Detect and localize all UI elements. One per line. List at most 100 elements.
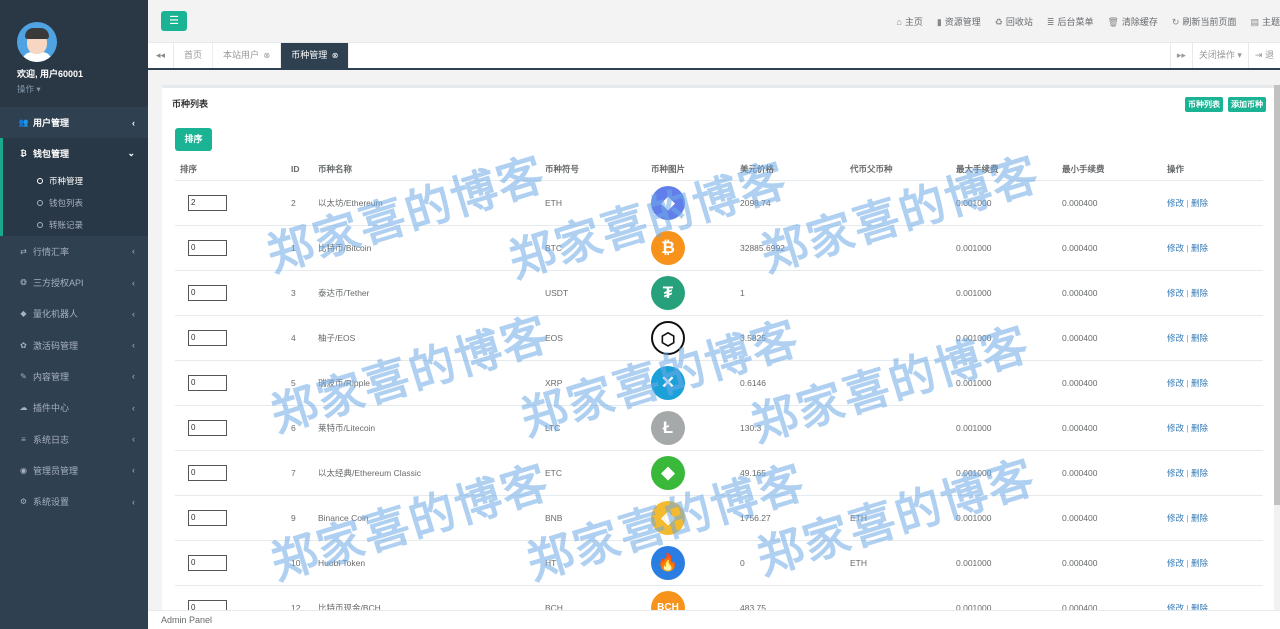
close-operations-dropdown[interactable]: 关闭操作 ▾ <box>1191 43 1248 68</box>
edit-link[interactable]: 修改 <box>1167 198 1184 208</box>
sidebar-item-5[interactable]: ✿ 激活码管理 ‹ <box>0 329 148 360</box>
menu-toggle-button[interactable]: ☰ <box>161 11 187 31</box>
tab-0[interactable]: 首页 <box>174 43 214 68</box>
max-fee-cell: 0.001000 <box>951 270 1057 316</box>
top-link-label: 主题 <box>1261 17 1280 27</box>
chevron-left-icon: ‹ <box>132 117 135 128</box>
max-fee-cell: 0.001000 <box>951 180 1057 226</box>
edit-link[interactable]: 修改 <box>1167 378 1184 388</box>
delete-link[interactable]: 删除 <box>1191 243 1208 253</box>
sort-input[interactable] <box>188 374 227 391</box>
column-header: 操作 <box>1162 158 1263 181</box>
sidebar-item-0[interactable]: 👥 用户管理 ‹ <box>0 107 148 138</box>
coin-symbol-cell: BTC <box>540 225 646 271</box>
id-cell: 1 <box>286 225 313 271</box>
top-link-file[interactable]: ▮ 资源管理 <box>937 15 981 28</box>
delete-link[interactable]: 删除 <box>1191 333 1208 343</box>
cogs-icon: ⚙ <box>19 497 28 507</box>
edit-link[interactable]: 修改 <box>1167 468 1184 478</box>
circle-icon <box>37 199 43 206</box>
usd-price-cell: 49.165 <box>735 450 845 496</box>
min-fee-cell: 0.000400 <box>1057 540 1162 586</box>
tab-2[interactable]: 币种管理 ⊗ <box>281 43 350 68</box>
delete-link[interactable]: 删除 <box>1191 558 1208 568</box>
delete-link[interactable]: 删除 <box>1191 198 1208 208</box>
sort-input[interactable] <box>188 464 227 481</box>
close-icon[interactable]: ⊗ <box>264 51 271 60</box>
coin-list-button[interactable]: 币种列表 <box>1185 97 1223 112</box>
exchange-icon: ⇄ <box>20 246 27 256</box>
delete-link[interactable]: 删除 <box>1191 288 1208 298</box>
delete-link[interactable]: 删除 <box>1191 423 1208 433</box>
top-link-refresh[interactable]: ↻ 刷新当前页面 <box>1172 15 1237 28</box>
sidebar-item-label: 激活码管理 <box>33 340 79 351</box>
sort-input[interactable] <box>188 419 227 436</box>
top-link-theme[interactable]: ▤ 主题 <box>1250 15 1280 28</box>
edit-link[interactable]: 修改 <box>1167 558 1184 568</box>
sort-input[interactable] <box>188 284 227 301</box>
sidebar-item-2[interactable]: ⇄ 行情汇率 ‹ <box>0 236 148 267</box>
sidebar-item-1[interactable]: ₿ 钱包管理 ⌄ <box>3 138 148 169</box>
top-link-label: 刷新当前页面 <box>1182 17 1237 27</box>
top-link-recycle[interactable]: ♻ 回收站 <box>995 15 1033 28</box>
column-header: 币种图片 <box>646 158 735 181</box>
sidebar-item-8[interactable]: ≡ 系统日志 ‹ <box>0 423 148 454</box>
sidebar-item-4[interactable]: ◆ 量化机器人 ‹ <box>0 298 148 329</box>
sidebar-item-3[interactable]: ❂ 三方授权API ‹ <box>0 267 148 298</box>
sidebar-item-6[interactable]: ✎ 内容管理 ‹ <box>0 361 148 392</box>
sort-input[interactable] <box>188 194 227 211</box>
edit-link[interactable]: 修改 <box>1167 333 1184 343</box>
scrollbar[interactable] <box>1274 85 1280 610</box>
delete-link[interactable]: 删除 <box>1191 468 1208 478</box>
tab-scroll-right-icon[interactable]: ▸▸ <box>1169 43 1192 68</box>
top-link-home[interactable]: ⌂ 主页 <box>896 15 922 28</box>
actions-cell: 修改 | 删除 <box>1162 360 1263 406</box>
top-link-label: 后台菜单 <box>1057 17 1094 27</box>
user-circle-icon: ◉ <box>20 465 27 475</box>
profile-menu-toggle[interactable]: 操作 ▾ <box>17 83 148 95</box>
tab-1[interactable]: 本站用户 ⊗ <box>213 43 282 68</box>
sidebar-item-7[interactable]: ☁ 插件中心 ‹ <box>0 392 148 423</box>
scrollbar-thumb[interactable] <box>1274 85 1280 505</box>
sort-input[interactable] <box>188 329 227 346</box>
sidebar-group-wallet: ₿ 钱包管理 ⌄ 币种管理 钱包列表转账记录 <box>0 138 148 236</box>
sort-input[interactable] <box>188 554 227 571</box>
sidebar-item-9[interactable]: ◉ 管理员管理 ‹ <box>0 455 148 486</box>
sort-cell <box>175 405 286 451</box>
edit-link[interactable]: 修改 <box>1167 423 1184 433</box>
sidebar-subitem-label: 转账记录 <box>49 219 84 230</box>
coin-name-cell: 柚子/EOS <box>313 315 540 361</box>
sidebar-item-label: 三方授权API <box>33 278 84 289</box>
sidebar-subitem-2[interactable]: 转账记录 <box>3 214 148 236</box>
page-tabs: 首页 本站用户 ⊗ 币种管理 ⊗ <box>174 43 350 68</box>
sidebar-item-10[interactable]: ⚙ 系统设置 ‹ <box>0 486 148 517</box>
column-header: ID <box>286 158 313 181</box>
avatar[interactable] <box>17 22 57 62</box>
tab-scroll-left-icon[interactable]: ◂◂ <box>148 43 174 68</box>
sidebar-item-label: 行情汇率 <box>33 246 70 257</box>
coin-image-cell: ₮ <box>646 270 735 316</box>
coin-image-cell: ✕ <box>646 360 735 406</box>
add-coin-button[interactable]: 添加币种 <box>1228 97 1266 112</box>
coin-symbol-cell: ETH <box>540 180 646 226</box>
id-cell: 9 <box>286 495 313 541</box>
top-link-list[interactable]: ≣ 后台菜单 <box>1047 15 1094 28</box>
tab-label: 首页 <box>184 50 203 60</box>
delete-link[interactable]: 删除 <box>1191 378 1208 388</box>
edit-link[interactable]: 修改 <box>1167 288 1184 298</box>
sort-input[interactable] <box>188 239 227 256</box>
top-link-label: 回收站 <box>1005 17 1033 27</box>
sidebar-subitem-0[interactable]: 币种管理 <box>3 170 148 192</box>
edit-link[interactable]: 修改 <box>1167 243 1184 253</box>
close-icon[interactable]: ⊗ <box>332 51 339 60</box>
logout-link[interactable]: ⇥ 退 <box>1247 43 1280 68</box>
delete-link[interactable]: 删除 <box>1191 513 1208 523</box>
table-header-row: 排序 ID 币种名称 币种符号 币种图片 美元价格 代币父币种 最大手续费 最小手续费 操作 <box>175 158 1263 181</box>
sort-button[interactable]: 排序 <box>175 128 212 151</box>
sort-input[interactable] <box>188 509 227 526</box>
sidebar-subitem-1[interactable]: 钱包列表 <box>3 192 148 214</box>
edit-link[interactable]: 修改 <box>1167 513 1184 523</box>
top-link-trash[interactable]: 🗑 清除缓存 <box>1107 15 1157 28</box>
chevron-left-icon: ‹ <box>132 340 135 351</box>
action-separator: | <box>1186 377 1189 388</box>
